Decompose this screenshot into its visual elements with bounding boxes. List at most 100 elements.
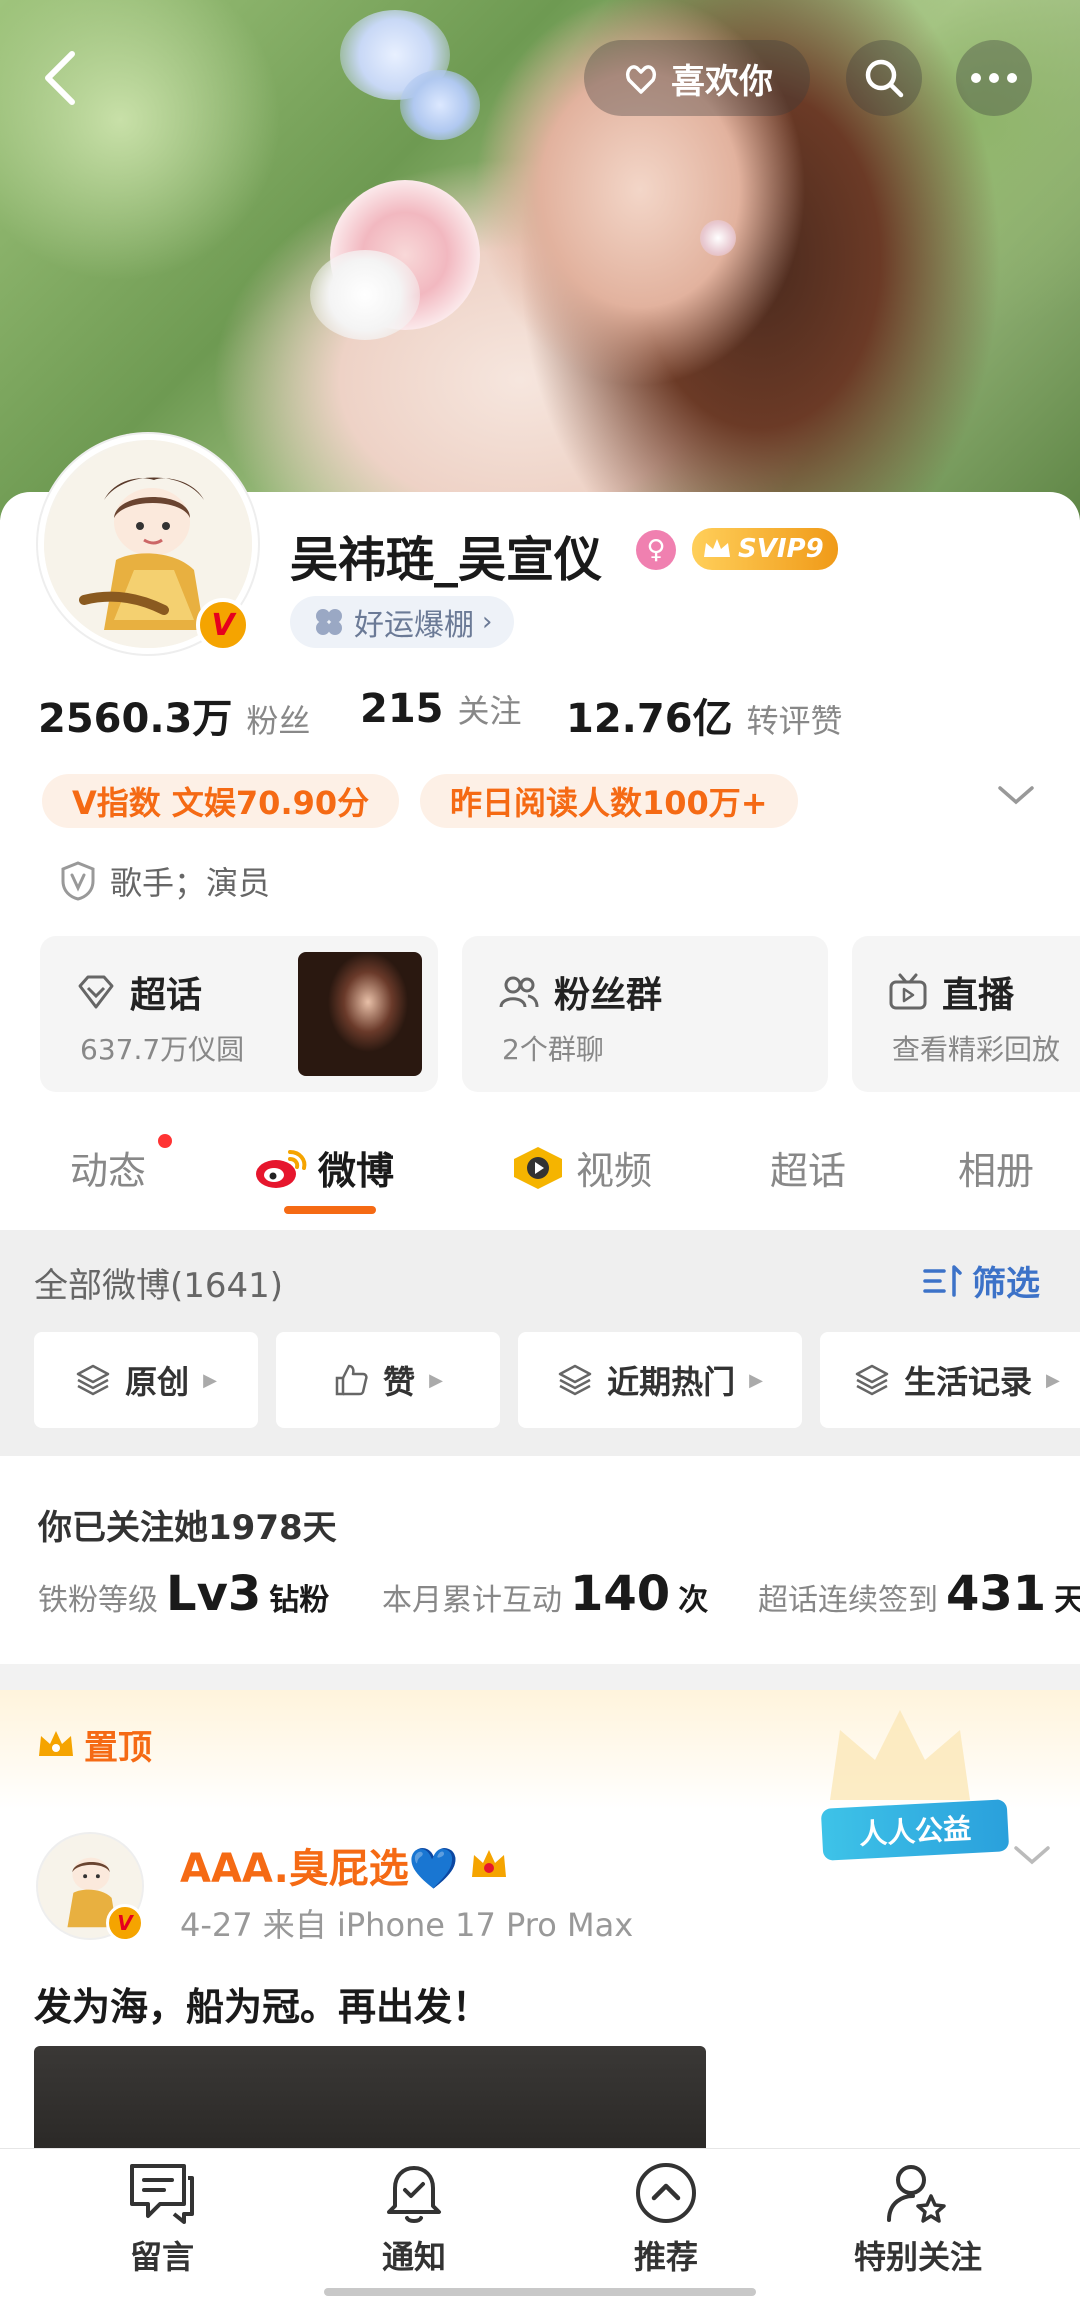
triangle-right-icon: ▶	[429, 1369, 443, 1391]
fan-group-subtitle: 2个群聊	[502, 1033, 604, 1066]
followers-label: 粉丝	[246, 702, 311, 740]
clover-icon	[316, 609, 342, 635]
tab-video[interactable]: 视频	[510, 1140, 652, 1195]
following-stat[interactable]: 215 关注	[360, 686, 522, 732]
shield-v-icon	[61, 861, 95, 901]
crown-watermark-icon	[830, 1710, 970, 1800]
filter-liked-label: 赞	[383, 1363, 416, 1401]
tab-dynamics-label: 动态	[70, 1149, 147, 1193]
nav-notify[interactable]: 通知	[324, 2160, 504, 2278]
chevron-down-icon	[1014, 1846, 1050, 1865]
heart-hand-icon	[625, 65, 657, 94]
verification-info: 歌手；演员	[60, 858, 270, 904]
fan-level-value: Lv3	[166, 1566, 262, 1622]
search-icon	[865, 59, 904, 98]
interaction-value: 140	[570, 1566, 671, 1622]
like-you-button[interactable]: 喜欢你	[584, 40, 810, 116]
checkin-unit: 天	[1054, 1583, 1080, 1618]
nav-special-follow[interactable]: 特别关注	[828, 2160, 1008, 2278]
filter-button[interactable]: 筛选	[922, 1256, 1040, 1305]
thumbs-up-icon	[335, 1364, 368, 1396]
daily-readers-chip[interactable]: 昨日阅读人数100万+	[420, 774, 798, 828]
followers-stat[interactable]: 2560.3万 粉丝	[38, 686, 310, 744]
filter-original-label: 原创	[125, 1363, 190, 1401]
post-image[interactable]	[34, 2046, 706, 2156]
verified-badge: V	[196, 598, 250, 652]
luck-label: 好运爆棚	[354, 608, 474, 643]
filter-hot-button[interactable]: 近期热门 ▶	[518, 1332, 802, 1428]
followers-count: 2560.3万	[38, 696, 233, 742]
tab-album[interactable]: 相册	[958, 1140, 1034, 1195]
pinned-label: 置顶	[36, 1720, 152, 1769]
layers-icon	[855, 1364, 889, 1396]
chevron-left-icon	[45, 51, 75, 105]
more-button[interactable]	[956, 40, 1032, 116]
female-icon: ♀	[636, 530, 676, 570]
filter-sort-icon	[923, 1264, 962, 1297]
charity-badge[interactable]: 人人公益	[820, 1799, 1010, 1861]
svip-label: SVIP9	[738, 534, 824, 564]
checkin-value: 431	[946, 1566, 1047, 1622]
nav-recommend[interactable]: 推荐	[576, 2160, 756, 2278]
video-play-icon	[514, 1146, 562, 1189]
tab-supertopic[interactable]: 超话	[770, 1140, 846, 1195]
pinned-header	[0, 1690, 1080, 1810]
tab-album-label: 相册	[958, 1149, 1035, 1193]
interaction-label: 本月累计互动	[382, 1583, 562, 1618]
pinned-label-text: 置顶	[84, 1728, 152, 1768]
engagement-count: 12.76亿	[566, 696, 733, 742]
triangle-right-icon: ▶	[203, 1369, 217, 1391]
expand-button[interactable]	[996, 784, 1036, 824]
follow-days-text: 你已关注她1978天	[38, 1508, 337, 1548]
supertopic-title: 超话	[130, 975, 203, 1016]
luck-status-button[interactable]: 好运爆棚 ›	[290, 596, 515, 648]
fan-group-card[interactable]: 粉丝群 2个群聊	[462, 936, 828, 1092]
chevron-right-icon: ›	[482, 607, 493, 637]
engagement-label: 转评赞	[746, 702, 843, 740]
filter-original-button[interactable]: 原创 ▶	[34, 1332, 258, 1428]
supertopic-cover-image	[298, 952, 422, 1076]
crown-icon	[39, 1730, 73, 1756]
post-author-name[interactable]: AAA.臭屁选💙	[180, 1836, 509, 1894]
recommend-icon	[636, 2163, 696, 2223]
supertopic-card[interactable]: 超话 637.7万仪圆	[40, 936, 438, 1092]
svip-badge[interactable]: SVIP9	[692, 528, 838, 570]
profile-tabs: 动态 微博 视频 超话 相册	[0, 1100, 1080, 1230]
fan-group-title: 粉丝群	[554, 975, 663, 1016]
back-button[interactable]	[30, 48, 90, 108]
engagement-stat[interactable]: 12.76亿 转评赞	[566, 686, 843, 744]
filter-life-button[interactable]: 生活记录 ▶	[820, 1332, 1080, 1428]
filter-label: 筛选	[972, 1264, 1040, 1304]
filter-liked-button[interactable]: 赞 ▶	[276, 1332, 500, 1428]
fan-level-stat: 铁粉等级 Lv3 钻粉	[38, 1566, 329, 1622]
search-button[interactable]	[846, 40, 922, 116]
fan-level-unit: 钻粉	[269, 1583, 330, 1618]
v-index-chip[interactable]: V指数 文娱70.90分	[42, 774, 400, 828]
bell-icon	[387, 2166, 441, 2223]
verified-badge: V	[106, 1904, 144, 1942]
all-weibo-count[interactable]: 全部微博(1641)	[34, 1258, 283, 1307]
tab-supertopic-label: 超话	[770, 1149, 847, 1193]
following-label: 关注	[457, 692, 522, 730]
tv-icon	[889, 973, 927, 1010]
supertopic-subtitle: 637.7万仪圆	[80, 1033, 245, 1066]
profile-nickname: 吴祎琏_吴宣仪	[290, 532, 603, 588]
tab-weibo-label: 微博	[318, 1149, 395, 1193]
nav-message[interactable]: 留言	[72, 2160, 252, 2278]
nav-recommend-label: 推荐	[633, 2238, 698, 2276]
triangle-right-icon: ▶	[1046, 1369, 1060, 1391]
notification-dot	[158, 1134, 172, 1148]
special-follow-icon	[887, 2165, 946, 2223]
tab-weibo[interactable]: 微博	[254, 1140, 394, 1195]
filter-hot-label: 近期热门	[607, 1363, 736, 1401]
fan-level-label: 铁粉等级	[38, 1583, 158, 1618]
live-card[interactable]: 直播 查看精彩回放	[852, 936, 1080, 1092]
nav-notify-label: 通知	[381, 2238, 446, 2276]
tab-dynamics[interactable]: 动态	[70, 1140, 146, 1195]
nav-message-label: 留言	[129, 2238, 194, 2276]
crown-badge-icon	[471, 1850, 506, 1877]
filter-life-label: 生活记录	[904, 1363, 1033, 1401]
post-menu-button[interactable]	[1012, 1844, 1052, 1872]
follow-stats-box[interactable]	[0, 1456, 1080, 1664]
interaction-stat: 本月累计互动 140 次	[382, 1566, 708, 1622]
